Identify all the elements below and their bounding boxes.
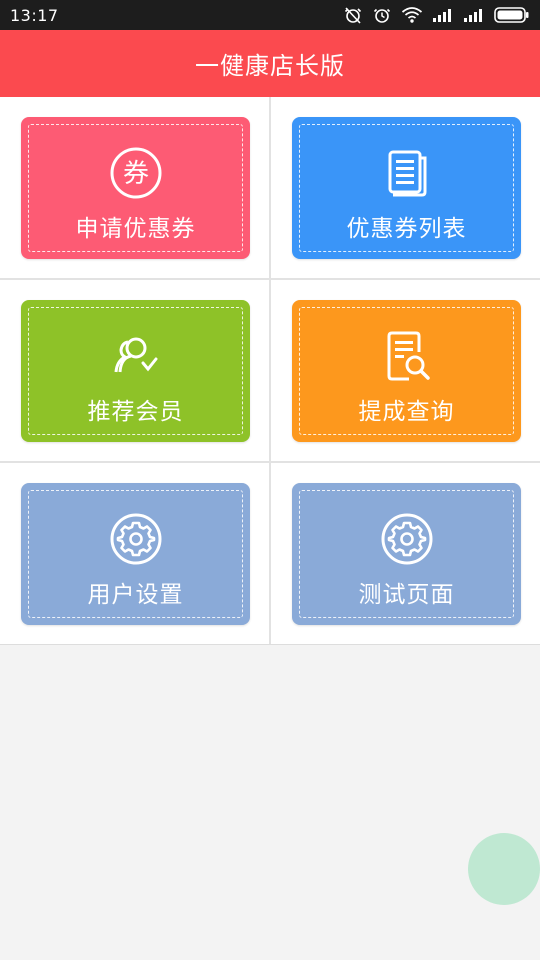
recommend-member-button[interactable]: 推荐会员 — [21, 300, 250, 442]
menu-cell: 优惠券列表 — [271, 97, 539, 278]
menu-cell: 测试页面 — [271, 463, 539, 644]
test-page-button[interactable]: 测试页面 — [292, 483, 521, 625]
menu-cell: 提成查询 — [271, 280, 539, 461]
coupon-list-button[interactable]: 优惠券列表 — [292, 117, 521, 259]
floating-action-button[interactable] — [468, 833, 540, 905]
gear-icon — [108, 511, 164, 567]
wifi-icon — [401, 7, 423, 23]
battery-icon — [494, 7, 529, 23]
signal-icon — [433, 9, 451, 22]
menu-label: 提成查询 — [358, 399, 455, 425]
status-bar: 13:17 — [0, 0, 540, 30]
coupon-icon: 券 — [108, 145, 164, 201]
document-list-icon — [379, 145, 435, 201]
menu-cell: 券 申请优惠券 — [0, 97, 268, 278]
menu-grid: 券 申请优惠券 优惠券列表 推荐会员 提成查询 用户设置 测试页面 — [0, 97, 540, 645]
page-title: 一健康店长版 — [195, 52, 345, 80]
menu-label: 测试页面 — [358, 582, 455, 608]
status-icons — [343, 5, 530, 25]
signal-icon — [464, 9, 482, 22]
search-document-icon — [379, 328, 435, 384]
svg-text:券: 券 — [122, 159, 148, 189]
menu-label: 优惠券列表 — [346, 216, 467, 242]
menu-label: 申请优惠券 — [75, 216, 196, 242]
recommend-user-icon — [108, 328, 164, 384]
status-time: 13:17 — [10, 5, 59, 25]
menu-label: 用户设置 — [87, 582, 184, 608]
alarm-clock-icon — [373, 8, 391, 23]
menu-cell: 用户设置 — [0, 463, 268, 644]
gear-icon — [379, 511, 435, 567]
alarm-off-icon — [344, 7, 362, 24]
commission-query-button[interactable]: 提成查询 — [292, 300, 521, 442]
menu-label: 推荐会员 — [87, 399, 184, 425]
menu-cell: 推荐会员 — [0, 280, 268, 461]
apply-coupon-button[interactable]: 券 申请优惠券 — [21, 117, 250, 259]
user-settings-button[interactable]: 用户设置 — [21, 483, 250, 625]
app-header: 一健康店长版 — [0, 30, 540, 97]
